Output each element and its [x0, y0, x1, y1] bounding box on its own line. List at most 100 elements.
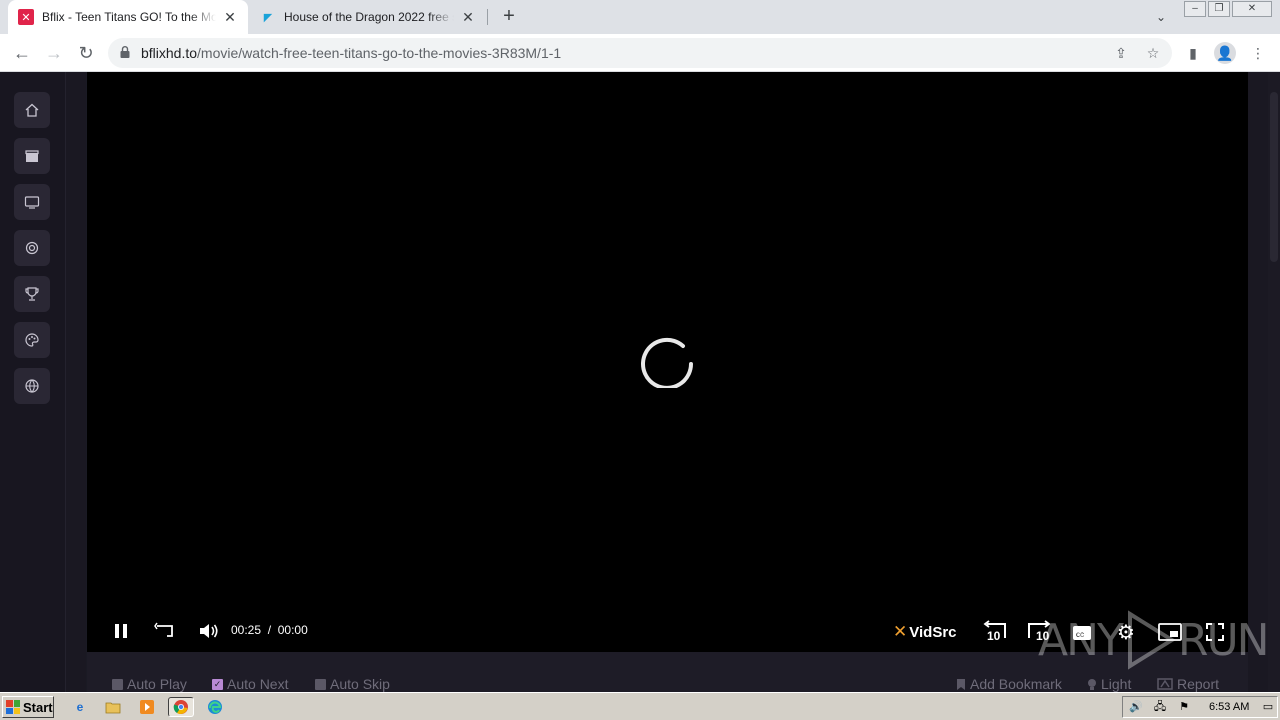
trophy-icon: [25, 287, 39, 301]
more-menu-icon[interactable]: ⋮: [1247, 42, 1269, 64]
video-player[interactable]: 00:25 / 00:00 ✕ VidSrc 10 10 cc ⚙: [87, 72, 1248, 652]
scrollbar-thumb[interactable]: [1270, 92, 1278, 262]
lock-icon[interactable]: [120, 46, 130, 58]
auto-play-toggle[interactable]: Auto Play: [112, 676, 187, 692]
pause-button[interactable]: [111, 620, 131, 642]
sidebar-item-movies[interactable]: [14, 138, 50, 174]
tv-icon: [24, 196, 40, 209]
edge-icon[interactable]: [205, 697, 225, 717]
time-separator: /: [267, 623, 272, 637]
brand-name: VidSrc: [909, 623, 957, 641]
network-tray-icon[interactable]: 🖧: [1153, 700, 1167, 714]
loading-spinner-icon: [641, 337, 693, 388]
restore-button[interactable]: ❐: [1208, 1, 1230, 17]
windows-taskbar: Start e 🔊 🖧 ⚑ 6:53 AM ▭: [0, 692, 1280, 720]
sidebar-item-genre[interactable]: [14, 230, 50, 266]
skip-back-icon: 10: [983, 620, 1006, 642]
auto-next-checkbox[interactable]: ✓: [212, 678, 223, 690]
rewind-10-button[interactable]: [153, 620, 177, 642]
tab-title: House of the Dragon 2022 free stre: [284, 10, 454, 24]
start-button[interactable]: Start: [2, 696, 54, 718]
minimize-button[interactable]: –: [1184, 1, 1206, 17]
auto-next-toggle[interactable]: ✓ Auto Next: [212, 676, 288, 692]
new-tab-button[interactable]: +: [497, 5, 521, 29]
page-scrollbar[interactable]: [1268, 72, 1280, 692]
bookmark-star-icon[interactable]: ☆: [1143, 43, 1163, 63]
windows-logo-icon: [6, 700, 20, 714]
auto-next-label: Auto Next: [227, 676, 289, 692]
play-triangle-icon: [1127, 610, 1176, 670]
skip-back-label: 10: [987, 629, 1001, 642]
watermark-right-text: RUN: [1177, 614, 1270, 666]
right-gutter: [1248, 72, 1268, 692]
side-panel-icon[interactable]: ▮: [1182, 42, 1204, 64]
taskbar-clock: 6:53 AM: [1209, 701, 1250, 713]
browser-toolbar: ← → ↻ bflixhd.to/movie/watch-free-teen-t…: [0, 34, 1280, 72]
auto-skip-toggle[interactable]: Auto Skip: [315, 676, 390, 692]
back-arrow-icon[interactable]: ←: [10, 41, 34, 65]
tab-bflix[interactable]: ✕ Bflix - Teen Titans GO! To the Movies …: [8, 0, 248, 34]
globe-icon: [25, 379, 39, 393]
sidebar-item-country[interactable]: [14, 368, 50, 404]
close-tab-icon[interactable]: ✕: [460, 9, 476, 25]
page-content: 00:25 / 00:00 ✕ VidSrc 10 10 cc ⚙ Auto Pl…: [0, 72, 1280, 692]
bookmark-icon: [957, 678, 965, 690]
site-bird-icon: ◤: [263, 11, 273, 24]
sidebar-item-top[interactable]: [14, 276, 50, 312]
url-path: /movie/watch-free-teen-titans-go-to-the-…: [197, 45, 562, 61]
duration: 00:00: [277, 623, 308, 637]
light-label: Light: [1101, 676, 1132, 692]
reload-icon[interactable]: ↻: [74, 41, 98, 65]
anyrun-watermark: ANY RUN: [1038, 610, 1270, 670]
sidebar-item-tv-shows[interactable]: [14, 184, 50, 220]
add-bookmark-button[interactable]: Add Bookmark: [956, 676, 1062, 692]
report-icon: [1157, 678, 1173, 690]
left-gutter: [66, 72, 86, 692]
flag-tray-icon[interactable]: ⚑: [1177, 700, 1191, 714]
chrome-icon[interactable]: [168, 697, 194, 717]
tab-title: Bflix - Teen Titans GO! To the Movies: [42, 10, 216, 24]
report-button[interactable]: Report: [1157, 676, 1219, 692]
close-window-button[interactable]: ✕: [1232, 1, 1272, 17]
show-desktop-icon[interactable]: ▭: [1261, 700, 1275, 714]
watermark-left-text: ANY: [1038, 614, 1124, 666]
target-icon: [25, 241, 39, 255]
left-sidebar: [0, 72, 66, 692]
start-label: Start: [23, 699, 53, 715]
forward-arrow-icon[interactable]: →: [42, 41, 66, 65]
address-bar[interactable]: bflixhd.to/movie/watch-free-teen-titans-…: [108, 38, 1172, 68]
vidsrc-x-icon: ✕: [893, 622, 908, 641]
rewind-icon: [154, 622, 173, 637]
media-player-icon[interactable]: [137, 697, 157, 717]
url-host: bflixhd.to: [141, 45, 198, 61]
internet-explorer-icon[interactable]: e: [70, 697, 90, 717]
skip-back-10-button[interactable]: 10: [983, 620, 1009, 642]
folder-icon[interactable]: [103, 697, 123, 717]
tab-search-chevron-icon[interactable]: ⌄: [1150, 6, 1172, 28]
light-toggle[interactable]: Light: [1087, 676, 1131, 692]
auto-skip-checkbox[interactable]: [315, 678, 326, 690]
add-bookmark-label: Add Bookmark: [970, 676, 1062, 692]
auto-skip-label: Auto Skip: [330, 676, 390, 692]
close-tab-icon[interactable]: ✕: [222, 9, 238, 25]
auto-play-checkbox[interactable]: [112, 678, 123, 690]
browser-tab-strip: ✕ Bflix - Teen Titans GO! To the Movies …: [0, 0, 1280, 34]
lightbulb-icon: [1088, 678, 1096, 690]
profile-avatar-icon[interactable]: 👤: [1214, 42, 1236, 64]
tab-divider: [487, 9, 488, 25]
pause-icon: [115, 624, 127, 638]
current-time: 00:25: [231, 623, 262, 637]
sidebar-item-home[interactable]: [14, 92, 50, 128]
system-tray: 🔊 🖧 ⚑ 6:53 AM ▭: [1122, 696, 1278, 718]
time-display: 00:25 / 00:00: [231, 623, 308, 637]
bflix-x-icon: ✕: [18, 9, 34, 25]
volume-button[interactable]: [198, 620, 220, 642]
volume-tray-icon[interactable]: 🔊: [1129, 700, 1143, 714]
palette-icon: [25, 333, 39, 347]
tab-house-of-dragon[interactable]: ◤ House of the Dragon 2022 free stre ✕: [250, 0, 486, 34]
sidebar-item-anime[interactable]: [14, 322, 50, 358]
url-text[interactable]: bflixhd.to/movie/watch-free-teen-titans-…: [141, 45, 561, 61]
share-icon[interactable]: ⇪: [1111, 43, 1131, 63]
vidsrc-logo[interactable]: ✕ VidSrc: [893, 622, 957, 642]
home-icon: [25, 103, 39, 117]
